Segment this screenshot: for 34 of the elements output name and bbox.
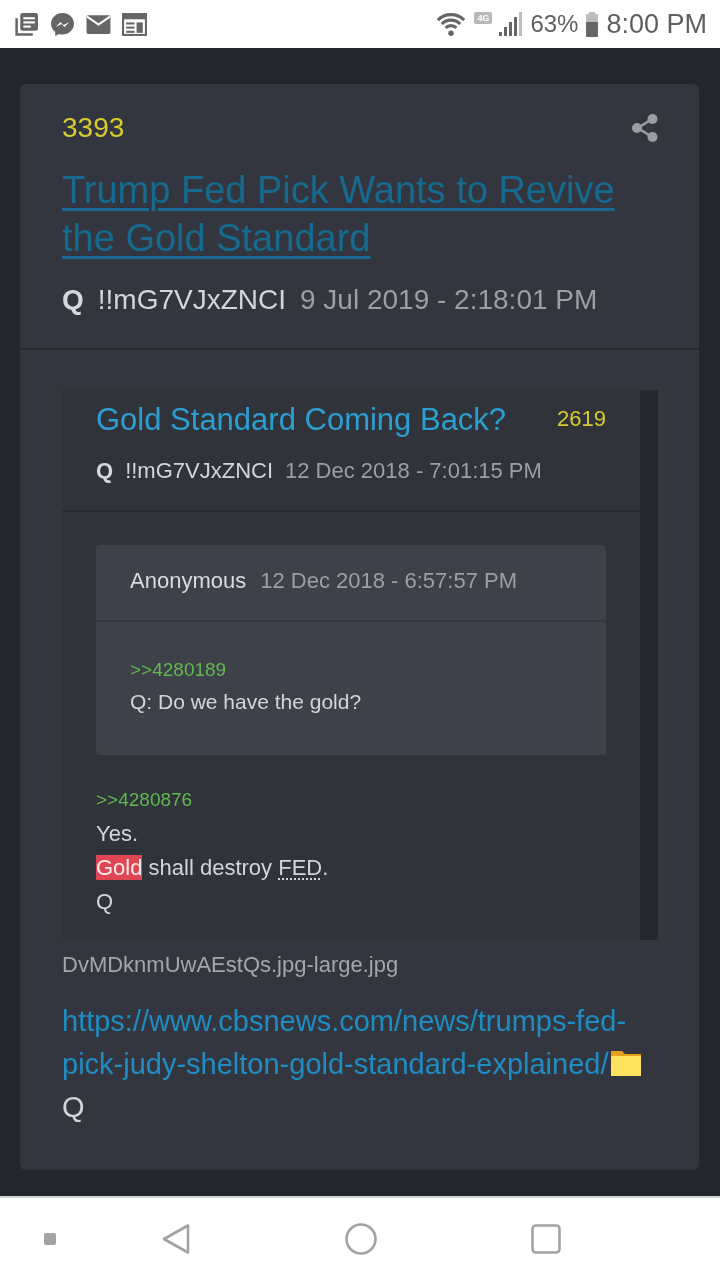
reply-reference-link[interactable]: >>4280189	[130, 659, 227, 680]
post-timestamp: 9 Jul 2019 - 2:18:01 PM	[300, 283, 598, 317]
message-line: Yes.	[96, 820, 138, 848]
quoted-post-title-link[interactable]: Gold Standard Coming Back?	[96, 400, 507, 440]
home-icon[interactable]	[345, 1223, 377, 1255]
wifi-icon	[436, 12, 467, 36]
clock-time: 8:00 PM	[606, 8, 707, 40]
recent-apps-icon[interactable]	[531, 1224, 561, 1254]
network-badge: 4G	[474, 12, 493, 24]
author-name: Q	[96, 457, 114, 485]
chat-bubble-icon	[50, 11, 75, 37]
author-name: Anonymous	[130, 567, 247, 595]
tripcode: !!mG7VJxZNCI	[97, 283, 286, 317]
tripcode: !!mG7VJxZNCI	[125, 457, 274, 485]
message-line: Q	[96, 888, 114, 916]
attachment-filename: DvMDknmUwAEstQs.jpg-large.jpg	[62, 951, 399, 979]
signal-icon	[499, 12, 523, 36]
reply-reference-link[interactable]: >>4280876	[96, 789, 193, 810]
quoted-post-number: 2619	[557, 405, 606, 433]
message-line: Q	[62, 1090, 85, 1125]
post-timestamp: 12 Dec 2018 - 6:57:57 PM	[260, 567, 517, 595]
newspaper-icon	[122, 11, 147, 37]
battery-icon	[586, 11, 599, 37]
message-line: Gold shall destroy FED.	[96, 854, 329, 882]
share-icon[interactable]	[632, 114, 658, 142]
post-number: 3393	[62, 112, 125, 144]
small-square-icon[interactable]	[44, 1233, 56, 1245]
back-icon[interactable]	[161, 1223, 191, 1255]
author-name: Q	[62, 283, 84, 317]
battery-percent: 63%	[530, 10, 579, 38]
article-link[interactable]: https://www.cbsnews.com/news/trumps-fed-pick-judy-shelton-gold-standard-explained/	[62, 1000, 658, 1086]
document-stack-icon	[14, 11, 39, 37]
post-timestamp: 12 Dec 2018 - 7:01:15 PM	[285, 457, 542, 485]
message-line: Q: Do we have the gold?	[130, 689, 362, 715]
